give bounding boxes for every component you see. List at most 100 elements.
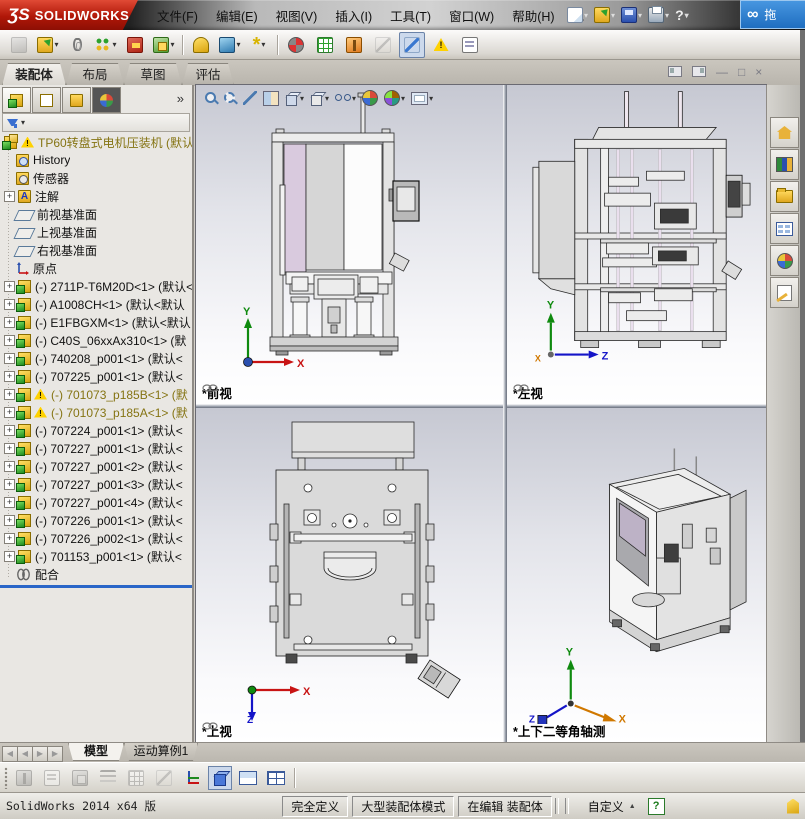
- grid-settings-button[interactable]: [124, 766, 148, 790]
- explode-line-sketch-button[interactable]: [370, 32, 396, 58]
- viewport-dimetric[interactable]: Y X Z *上下二等角轴测: [507, 408, 766, 742]
- view-palette-button[interactable]: [770, 213, 799, 244]
- tag-icon[interactable]: [787, 798, 799, 814]
- new-document-button[interactable]: ▾: [565, 4, 590, 26]
- doc-minimize-button[interactable]: —: [716, 66, 728, 78]
- tree-item-740208-p001[interactable]: + (-) 740208_p001<1> (默认<: [0, 349, 192, 367]
- tab-assembly[interactable]: 装配体: [2, 63, 66, 86]
- four-view-button[interactable]: [264, 766, 288, 790]
- menu-file[interactable]: 文件(F): [148, 3, 207, 28]
- expand-icon[interactable]: +: [4, 514, 15, 526]
- tree-item-707226-p001[interactable]: + (-) 707226_p001<1> (默认<: [0, 511, 192, 529]
- panel-overflow-chevron[interactable]: »: [177, 87, 190, 113]
- tab-motion-study[interactable]: 运动算例1: [124, 743, 198, 761]
- view-orientation-button[interactable]: ▾: [284, 90, 305, 106]
- save-button[interactable]: ▾: [619, 4, 644, 26]
- section-view-button[interactable]: [262, 90, 280, 107]
- doc-close-button[interactable]: ×: [755, 66, 762, 78]
- tree-item-707225-p001[interactable]: + (-) 707225_p001<1> (默认<: [0, 367, 192, 385]
- tree-item-707227-p001-4[interactable]: + (-) 707227_p001<4> (默认<: [0, 493, 192, 511]
- solidworks-resources-button[interactable]: [770, 117, 799, 148]
- tree-item-top-plane[interactable]: 上视基准面: [0, 223, 192, 241]
- custom-properties-button[interactable]: [770, 277, 799, 308]
- single-view-button[interactable]: [208, 765, 232, 790]
- tree-item-sensors[interactable]: 传感器: [0, 169, 192, 187]
- expand-icon[interactable]: +: [4, 442, 15, 454]
- two-view-button[interactable]: [236, 766, 260, 790]
- menu-view[interactable]: 视图(V): [267, 3, 327, 28]
- propertymanager-tab[interactable]: [32, 87, 61, 113]
- tree-item-root[interactable]: ! TP60转盘式电机压装机 (默认: [0, 133, 192, 151]
- tree-item-origin[interactable]: 原点: [0, 259, 192, 277]
- menu-insert[interactable]: 插入(I): [326, 3, 381, 28]
- viewport-top[interactable]: X Z *上视: [196, 408, 503, 742]
- tree-item-707227-p001-1[interactable]: + (-) 707227_p001<1> (默认<: [0, 439, 192, 457]
- expand-icon[interactable]: +: [4, 190, 15, 202]
- view-selector-button[interactable]: [242, 90, 258, 106]
- viewport-left[interactable]: Z Y X *左视: [507, 85, 766, 404]
- expand-icon[interactable]: +: [4, 550, 15, 562]
- doc-restore-button[interactable]: □: [738, 66, 745, 78]
- reverse-direction-button[interactable]: [152, 766, 176, 790]
- view-settings-button[interactable]: ▾: [410, 91, 434, 106]
- expand-icon[interactable]: +: [4, 406, 15, 418]
- smart-fasteners-button[interactable]: [122, 32, 148, 58]
- tree-item-front-plane[interactable]: 前视基准面: [0, 205, 192, 223]
- tab-nav-prev-button[interactable]: ◀: [17, 746, 33, 762]
- tree-item-mates[interactable]: 配合: [0, 565, 192, 583]
- menu-edit[interactable]: 编辑(E): [207, 3, 267, 28]
- notification-popup[interactable]: ∞ 拖: [740, 0, 805, 29]
- edit-component-button[interactable]: [6, 32, 32, 58]
- design-library-button[interactable]: [770, 149, 799, 180]
- tree-item-2711P-T6M20D[interactable]: + (-) 2711P-T6M20D<1> (默认<: [0, 277, 192, 295]
- tree-item-707227-p001-3[interactable]: + (-) 707227_p001<3> (默认<: [0, 475, 192, 493]
- expand-icon[interactable]: +: [4, 352, 15, 364]
- print-button[interactable]: ▾: [646, 4, 671, 26]
- exploded-view-button[interactable]: [341, 32, 367, 58]
- tree-item-C40S-06xxAx310[interactable]: + (-) C40S_06xxAx310<1> (默: [0, 331, 192, 349]
- status-help-button[interactable]: ?: [647, 797, 665, 815]
- expand-icon[interactable]: +: [4, 298, 15, 310]
- tree-filter-bar[interactable]: ▾: [2, 113, 190, 132]
- move-component-button[interactable]: ▾: [151, 32, 177, 58]
- tree-item-707226-p002[interactable]: + (-) 707226_p002<1> (默认<: [0, 529, 192, 547]
- tree-item-E1FBGXM[interactable]: + (-) E1FBGXM<1> (默认<默认: [0, 313, 192, 331]
- expand-icon[interactable]: +: [4, 478, 15, 490]
- expand-icon[interactable]: +: [4, 316, 15, 328]
- expand-icon[interactable]: +: [4, 496, 15, 508]
- layer-properties-button[interactable]: [40, 766, 64, 790]
- displaymanager-tab[interactable]: [92, 87, 121, 113]
- file-explorer-button[interactable]: [770, 181, 799, 212]
- menu-tools[interactable]: 工具(T): [381, 3, 440, 28]
- tab-evaluate[interactable]: 评估: [182, 63, 234, 86]
- configurationmanager-tab[interactable]: [62, 87, 91, 113]
- assembly-features-button[interactable]: [188, 32, 214, 58]
- menu-window[interactable]: 窗口(W): [440, 3, 503, 28]
- custom-menu[interactable]: 自定义 ▲: [588, 798, 636, 815]
- horizontal-viewport-splitter[interactable]: [196, 404, 766, 408]
- featuremanager-tab[interactable]: [2, 87, 31, 113]
- line-format-button[interactable]: [96, 766, 120, 790]
- vertical-viewport-splitter[interactable]: [503, 85, 507, 742]
- tree-item-A1008CH[interactable]: + (-) A1008CH<1> (默认<默认: [0, 295, 192, 313]
- tree-item-701073-p185B[interactable]: +! (-) 701073_p185B<1> (默: [0, 385, 192, 403]
- tree-item-annotations[interactable]: + A 注解: [0, 187, 192, 205]
- apply-scene-button[interactable]: ▾: [383, 89, 406, 107]
- expand-icon[interactable]: +: [4, 388, 15, 400]
- zoom-to-fit-button[interactable]: [204, 91, 219, 106]
- expand-icon[interactable]: +: [4, 370, 15, 382]
- viewport-front[interactable]: X Y *前视: [196, 85, 503, 404]
- bill-of-materials-button[interactable]: [312, 32, 338, 58]
- expand-icon[interactable]: +: [4, 532, 15, 544]
- appearances-scenes-button[interactable]: [770, 245, 799, 276]
- expand-icon[interactable]: +: [4, 280, 15, 292]
- coordinate-axes-button[interactable]: [180, 766, 204, 790]
- sketch-button[interactable]: * ▾: [246, 32, 272, 58]
- reference-geometry-button[interactable]: ▾: [217, 32, 243, 58]
- component-preview-window-button[interactable]: [457, 32, 483, 58]
- tab-nav-next-button[interactable]: ▶: [32, 746, 48, 762]
- linear-component-pattern-button[interactable]: ▾: [93, 32, 119, 58]
- stacked-views-button[interactable]: [12, 766, 36, 790]
- interference-detection-button[interactable]: [399, 31, 425, 58]
- tab-model[interactable]: 模型: [68, 743, 124, 761]
